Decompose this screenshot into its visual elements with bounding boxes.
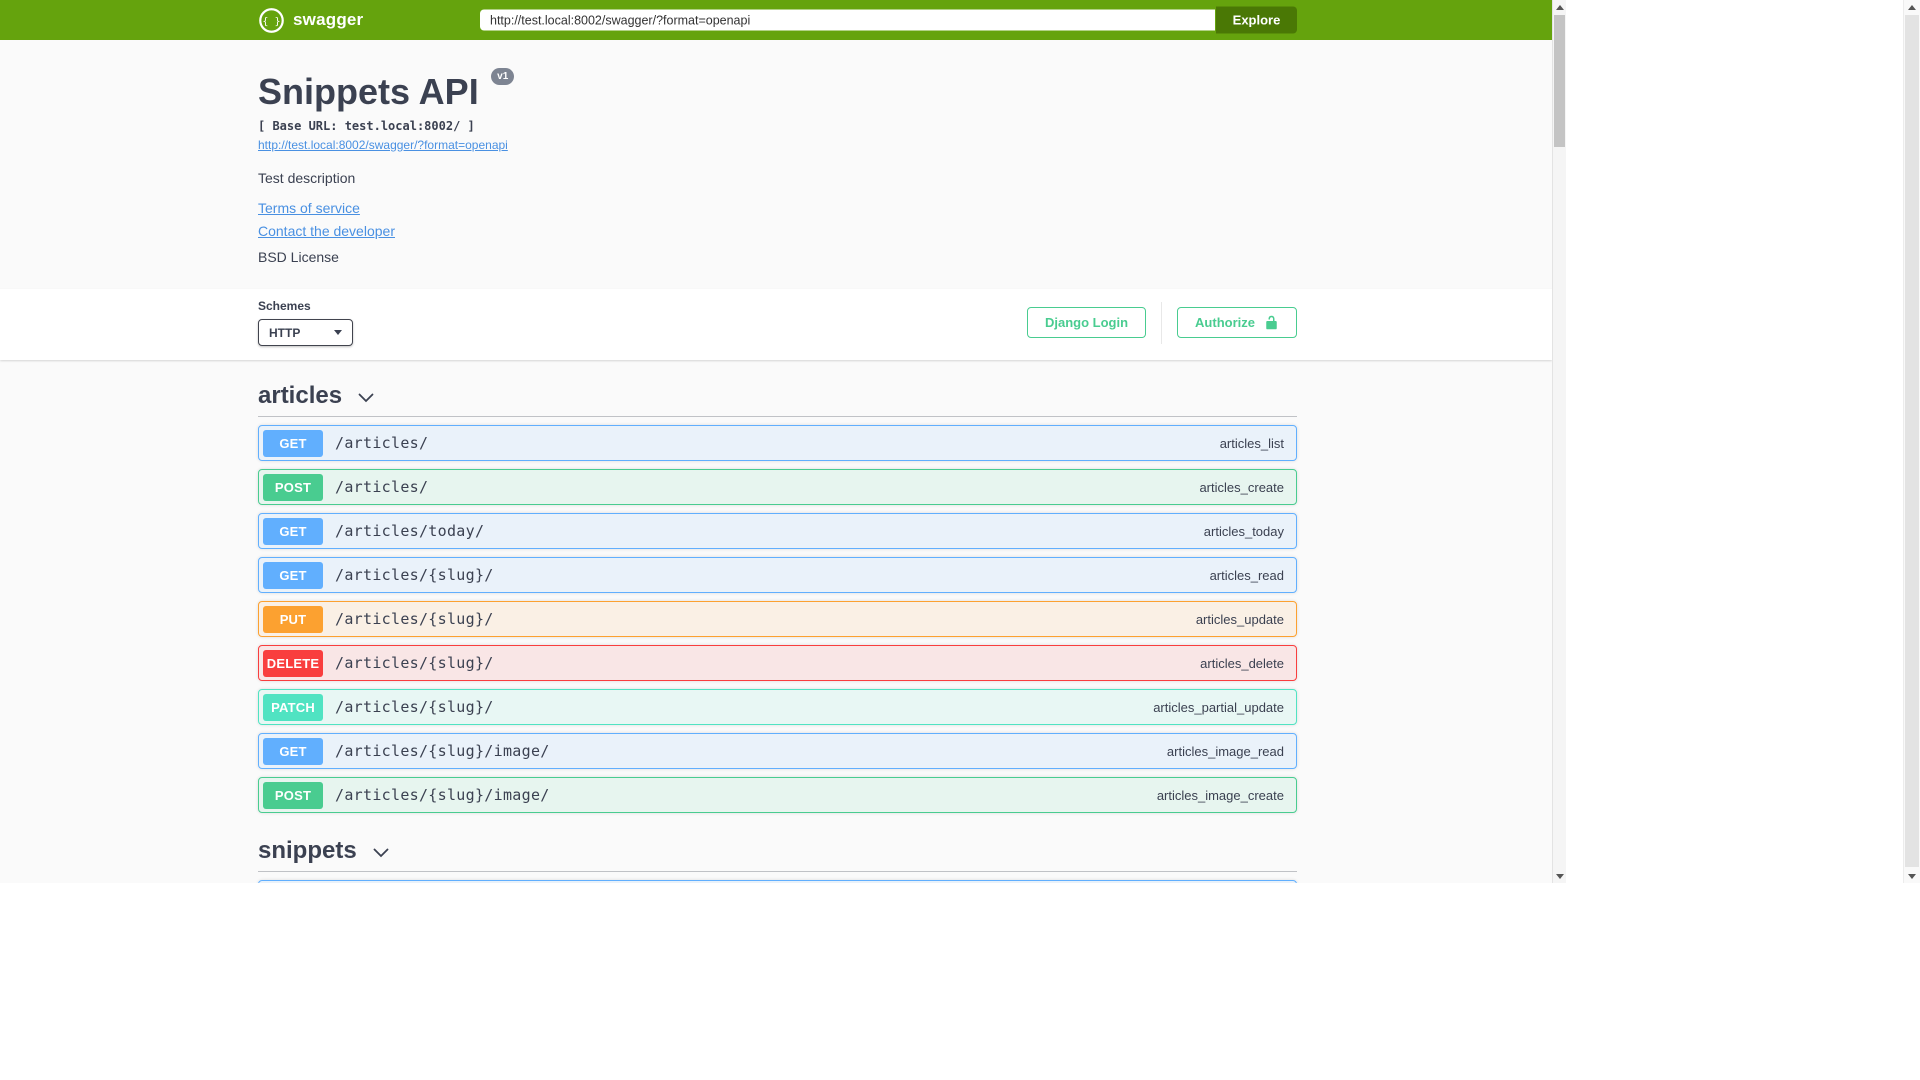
op-path: /articles/ [335,434,429,452]
unlocked-padlock-icon [1266,315,1277,330]
spec-url-input[interactable] [480,9,1215,31]
operation-row[interactable]: GET /articles/today/ articles_today [258,513,1297,549]
method-badge: POST [263,473,323,501]
op-path: /articles/today/ [335,522,485,540]
op-id: articles_image_create [1156,787,1284,803]
method-badge: GET [263,561,323,589]
swagger-logo-icon: { } [259,7,284,33]
method-badge: GET [263,737,323,765]
operation-row[interactable]: PATCH /articles/{slug}/ articles_partial… [258,689,1297,725]
operation-row[interactable]: POST /articles/ articles_create [258,469,1297,505]
op-path: /articles/{slug}/ [335,698,494,716]
scheme-selected-value: HTTP [269,325,301,340]
page-scrollbar[interactable] [1552,0,1566,883]
op-path: /articles/{slug}/ [335,566,494,584]
title-row: Snippets API v1 [258,68,1297,112]
scheme-select[interactable]: HTTP [258,319,353,346]
op-id: articles_create [1199,479,1284,495]
operation-row[interactable]: GET /articles/{slug}/image/ articles_ima… [258,733,1297,769]
method-badge: GET [263,429,323,457]
version-badge: v1 [491,68,515,85]
sections: articles GET /articles/ articles_list PO… [258,360,1297,883]
op-path: /articles/{slug}/ [335,654,494,672]
api-info-section: Snippets API v1 [ Base URL: test.local:8… [258,40,1297,289]
swagger-logo: { } swagger [258,7,363,34]
schemes-block: Schemes HTTP [258,299,353,346]
operation-row[interactable]: DELETE /articles/{slug}/ articles_delete [258,645,1297,681]
spec-link[interactable]: http://test.local:8002/swagger/?format=o… [258,138,508,153]
license-text: BSD License [258,249,339,265]
schemes-label: Schemes [258,299,311,313]
operation-row[interactable]: GET /articles/{slug}/ articles_read [258,557,1297,593]
browser-viewport: { } swagger Explore Snippets API v1 [ Ba… [0,0,1566,883]
op-id: articles_today [1203,523,1284,539]
django-login-button[interactable]: Django Login [1027,307,1147,338]
terms-of-service-link[interactable]: Terms of service [258,200,360,216]
outer-scrollbar[interactable] [1903,0,1920,883]
tag-name: articles [258,382,343,409]
op-id: articles_read [1209,567,1284,583]
chevron-down-icon [334,330,342,335]
outer-scrollbar-thumb[interactable] [1905,15,1919,867]
api-description: Test description [258,170,356,186]
outer-scrollbar-down-arrow[interactable] [1904,869,1920,883]
operation-row[interactable]: PUT /articles/{slug}/ articles_update [258,601,1297,637]
logo-text: swagger [293,10,364,29]
auth-divider [1161,301,1163,344]
op-id: articles_list [1219,435,1284,451]
page-title: Snippets API [258,71,479,112]
op-path: /articles/{slug}/image/ [335,742,550,760]
scrollbar-down-arrow[interactable] [1553,869,1566,883]
method-badge: GET [263,517,323,545]
chevron-down-icon [358,393,374,402]
scrollbar-up-arrow[interactable] [1553,0,1566,14]
topbar: { } swagger Explore [0,0,1552,40]
operation-list: GET /articles/ articles_list POST /artic… [258,417,1297,813]
tag-section: articles GET /articles/ articles_list PO… [258,366,1297,813]
op-path: /articles/ [335,478,429,496]
authorize-button[interactable]: Authorize [1177,307,1297,338]
method-badge: DELETE [263,649,323,677]
operation-row[interactable]: POST /articles/{slug}/image/ articles_im… [258,777,1297,813]
svg-text:{ }: { } [262,16,280,27]
op-id: articles_image_read [1166,743,1284,759]
operation-row[interactable]: GET /articles/ articles_list [258,425,1297,461]
tag-name: snippets [258,837,357,864]
base-url: [ Base URL: test.local:8002/ ] [258,119,475,133]
operation-list: GET /snippets/ snippets_list [258,872,1297,883]
operation-row[interactable]: GET /snippets/ snippets_list [258,880,1297,883]
outer-scrollbar-up-arrow[interactable] [1904,0,1920,14]
auth-area: Django Login Authorize [1027,301,1297,344]
spec-url-form: Explore [480,6,1297,34]
method-badge: PATCH [263,693,323,721]
scrollbar-thumb[interactable] [1554,15,1565,147]
tag-heading[interactable]: articles [258,374,1297,417]
op-id: articles_delete [1200,655,1284,671]
explore-button[interactable]: Explore [1216,6,1297,34]
op-path: /articles/{slug}/ [335,610,494,628]
op-id: articles_partial_update [1153,699,1284,715]
op-id: articles_update [1195,611,1284,627]
authorize-label: Authorize [1195,315,1255,330]
tag-heading[interactable]: snippets [258,829,1297,872]
django-login-label: Django Login [1045,315,1129,330]
contact-developer-link[interactable]: Contact the developer [258,223,395,239]
method-badge: POST [263,781,323,809]
op-path: /articles/{slug}/image/ [335,786,550,804]
method-badge: PUT [263,605,323,633]
scheme-section: Schemes HTTP Django Login Authorize [0,289,1552,360]
tag-section: snippets GET /snippets/ snippets_list [258,821,1297,883]
chevron-down-icon [373,848,389,857]
